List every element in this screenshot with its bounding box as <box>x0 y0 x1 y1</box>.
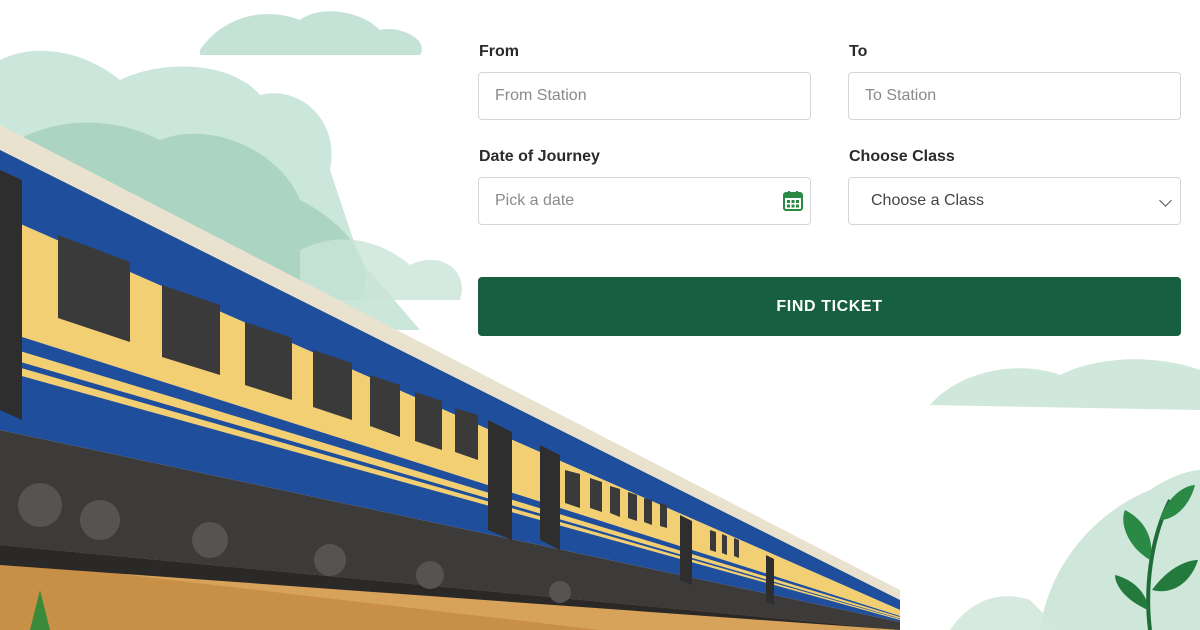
class-select[interactable]: Choose a Class <box>848 177 1181 225</box>
from-station-input[interactable] <box>479 73 810 119</box>
find-ticket-button[interactable]: FIND TICKET <box>478 277 1181 336</box>
date-field[interactable] <box>478 177 811 225</box>
to-station-field[interactable] <box>848 72 1181 120</box>
from-label: From <box>479 43 519 60</box>
class-select-value: Choose a Class <box>871 192 984 209</box>
date-of-journey-label: Date of Journey <box>479 148 600 165</box>
choose-class-label: Choose Class <box>849 148 955 165</box>
from-station-field[interactable] <box>478 72 811 120</box>
calendar-icon[interactable] <box>782 190 804 212</box>
to-station-input[interactable] <box>849 73 1180 119</box>
to-label: To <box>849 43 868 60</box>
date-input[interactable] <box>479 178 810 224</box>
chevron-down-icon <box>1159 194 1172 207</box>
ticket-search-form: From To Date of Journey Choose Class Cho… <box>0 0 1200 630</box>
